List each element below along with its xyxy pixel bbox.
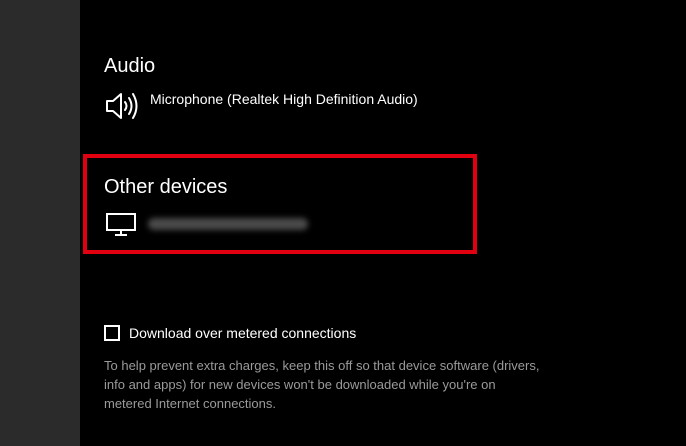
audio-device-item[interactable]: Microphone (Realtek High Definition Audi… [104, 90, 418, 122]
audio-device-name: Microphone (Realtek High Definition Audi… [150, 91, 418, 107]
sidebar-strip [0, 0, 80, 446]
metered-download-label: Download over metered connections [129, 325, 357, 341]
monitor-icon [106, 213, 136, 236]
highlight-box [83, 154, 477, 254]
speaker-icon [106, 93, 138, 119]
metered-download-option[interactable]: Download over metered connections [104, 325, 356, 341]
other-device-item[interactable] [104, 210, 308, 238]
blurred-device-name [148, 218, 308, 230]
metered-help-text: To help prevent extra charges, keep this… [104, 358, 540, 411]
metered-download-checkbox[interactable] [104, 325, 120, 341]
settings-content: Audio Microphone (Realtek High Definitio… [80, 0, 686, 446]
audio-section-title: Audio [104, 55, 156, 77]
other-devices-title: Other devices [104, 176, 228, 198]
